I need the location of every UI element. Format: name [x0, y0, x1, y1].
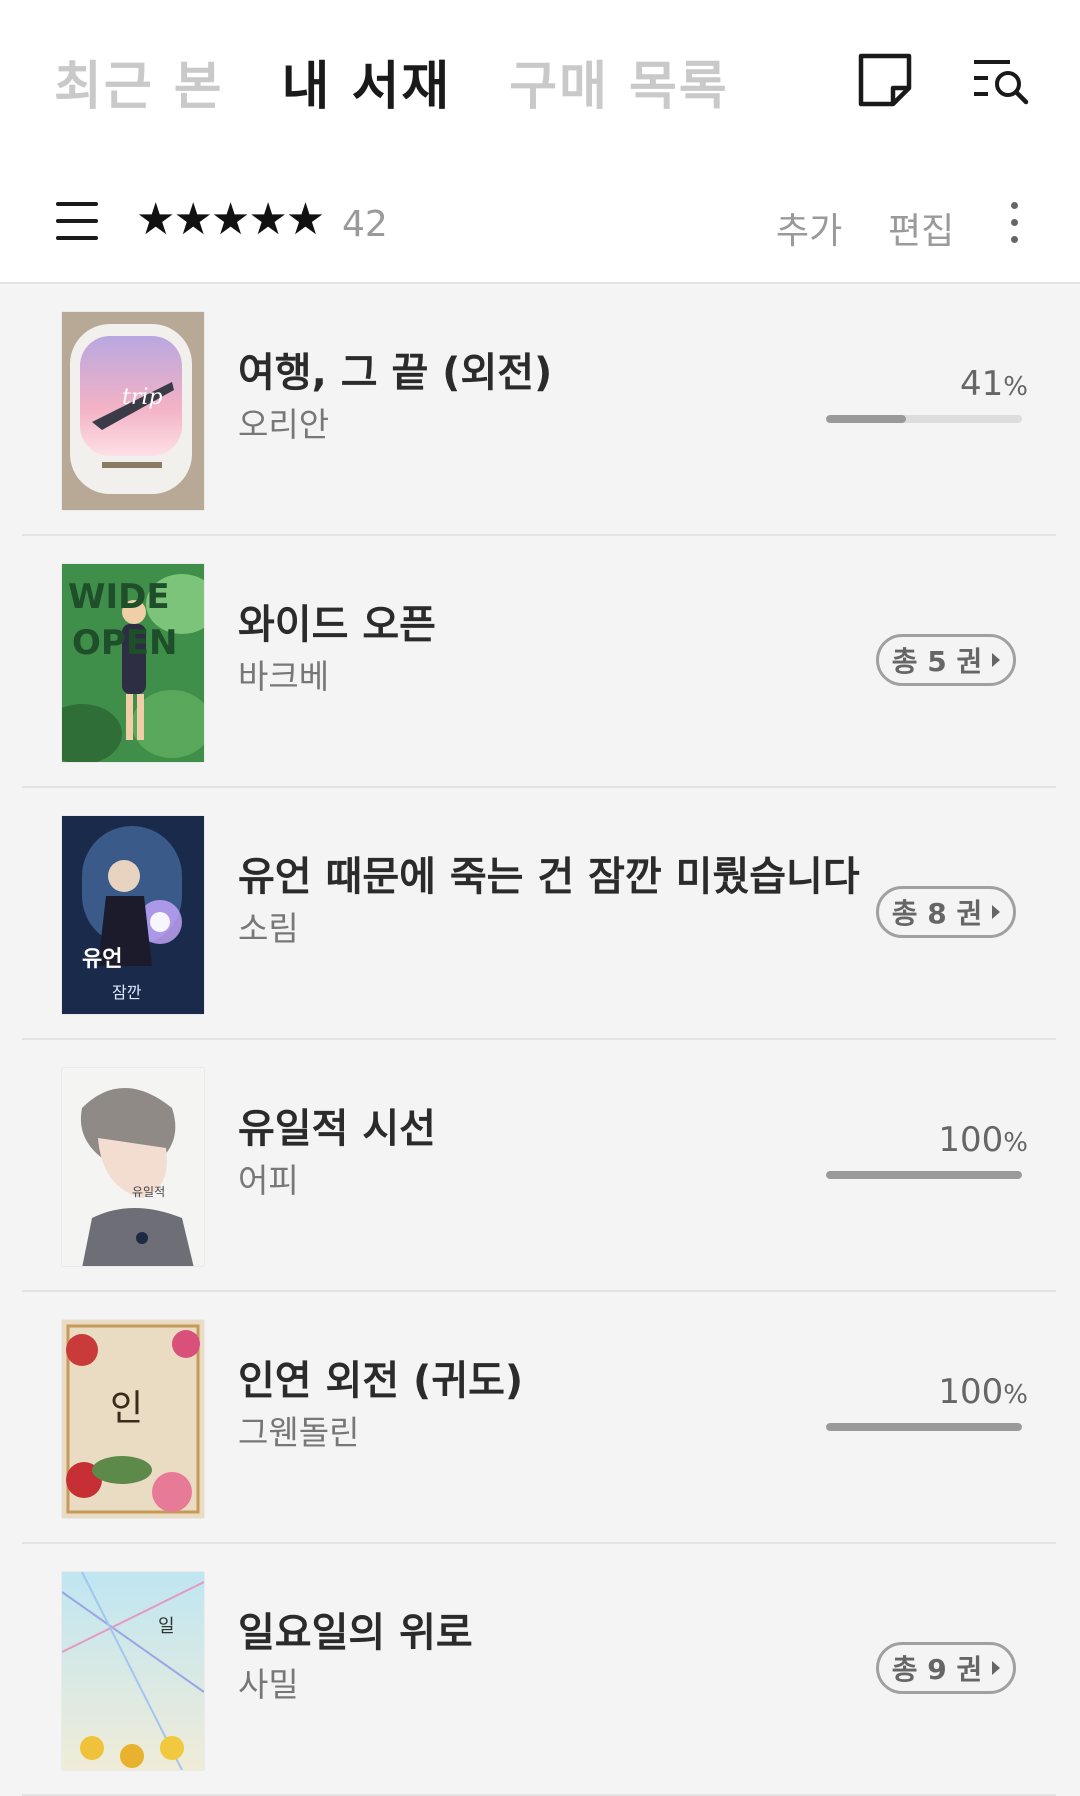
chevron-right-icon: [992, 653, 1001, 667]
svg-text:trip: trip: [122, 385, 162, 410]
book-author: 오리안: [238, 405, 330, 444]
book-cover: trip: [62, 312, 204, 510]
reading-progress-fill: [826, 1423, 1022, 1431]
reading-progress-label: 41%: [960, 364, 1028, 404]
library-tabs: 최근 본 내 서재 구매 목록: [54, 44, 787, 119]
book-row[interactable]: 유언 잠깐 유언 때문에 죽는 건 잠깐 미뤘습니다 소림 총 8 권: [0, 788, 1080, 1040]
svg-text:잠깐: 잠깐: [112, 983, 142, 1002]
chevron-right-icon: [992, 1661, 1001, 1675]
reading-progress-label: 100%: [938, 1372, 1028, 1412]
reading-progress-bar: [826, 1423, 1022, 1431]
book-row[interactable]: 유일적 유일적 시선 어피 100%: [0, 1040, 1080, 1292]
reading-progress-fill: [826, 415, 907, 423]
rating-filter-stars[interactable]: ★★★★★: [136, 194, 325, 245]
svg-text:일: 일: [158, 1616, 175, 1637]
volume-count-button[interactable]: 총 8 권: [876, 886, 1016, 938]
book-cover: 유언 잠깐: [62, 816, 204, 1014]
book-title: 일요일의 위로: [238, 1610, 473, 1656]
book-author: 바크베: [238, 657, 330, 696]
reading-progress-label: 100%: [938, 1120, 1028, 1160]
rating-count: 42: [342, 204, 388, 245]
book-cover: WIDE OPEN: [62, 564, 204, 762]
reading-progress-fill: [826, 1171, 1022, 1179]
svg-text:유일적: 유일적: [132, 1185, 165, 1199]
svg-text:OPEN: OPEN: [72, 623, 178, 663]
memo-icon[interactable]: [855, 50, 915, 110]
book-title: 인연 외전 (귀도): [238, 1358, 524, 1404]
book-title: 유일적 시선: [238, 1106, 436, 1152]
volume-count-button[interactable]: 총 9 권: [876, 1642, 1016, 1694]
library-toolbar: ★★★★★ 42 추가 편집: [0, 180, 1080, 260]
volume-count-button[interactable]: 총 5 권: [876, 634, 1016, 686]
book-cover: 인: [62, 1320, 204, 1518]
tab-my-library[interactable]: 내 서재: [282, 44, 452, 119]
book-author: 사밀: [238, 1665, 299, 1704]
book-row[interactable]: 인 인연 외전 (귀도) 그웬돌린 100%: [0, 1292, 1080, 1544]
more-options-icon[interactable]: [1008, 200, 1022, 246]
book-cover: 일: [62, 1572, 204, 1770]
list-search-icon[interactable]: [970, 50, 1036, 110]
reading-progress-bar: [826, 415, 1022, 423]
book-author: 그웬돌린: [238, 1413, 360, 1452]
edit-button[interactable]: 편집: [888, 202, 954, 254]
book-row[interactable]: WIDE OPEN 와이드 오픈 바크베 총 5 권: [0, 536, 1080, 788]
book-row[interactable]: 일 일요일의 위로 사밀 총 9 권: [0, 1544, 1080, 1796]
app-header: 최근 본 내 서재 구매 목록 ★★★★★ 42 추가 편집: [0, 0, 1080, 284]
tab-purchases[interactable]: 구매 목록: [509, 44, 728, 119]
svg-text:유언: 유언: [82, 947, 122, 972]
book-row[interactable]: trip 여행, 그 끝 (외전) 오리안 41%: [0, 284, 1080, 536]
book-cover: 유일적: [62, 1068, 204, 1266]
book-title: 유언 때문에 죽는 건 잠깐 미뤘습니다: [238, 854, 860, 900]
reading-progress-bar: [826, 1171, 1022, 1179]
chevron-right-icon: [992, 905, 1001, 919]
tab-recent[interactable]: 최근 본: [54, 44, 224, 119]
add-button[interactable]: 추가: [776, 202, 842, 254]
book-author: 소림: [238, 909, 299, 948]
book-author: 어피: [238, 1161, 299, 1200]
svg-text:인: 인: [110, 1388, 143, 1429]
svg-text:WIDE: WIDE: [68, 577, 170, 617]
hamburger-menu-icon[interactable]: [56, 200, 102, 242]
book-title: 여행, 그 끝 (외전): [238, 350, 553, 396]
book-title: 와이드 오픈: [238, 602, 436, 648]
